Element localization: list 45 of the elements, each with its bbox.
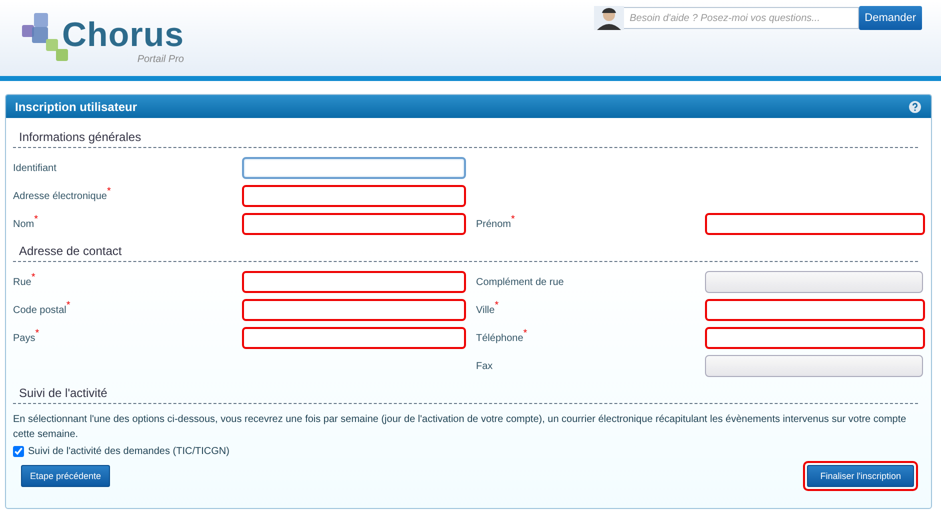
finish-button[interactable]: Finaliser l'inscription <box>807 465 914 487</box>
required-mark: * <box>35 329 40 339</box>
field-label: Téléphone <box>476 332 524 344</box>
avatar-icon <box>594 6 624 30</box>
checkbox[interactable] <box>13 446 24 457</box>
logo-subtitle: Portail Pro <box>137 54 184 65</box>
help-search-field[interactable]: Besoin d'aide ? Posez-moi vos questions... <box>624 7 859 29</box>
field-label: Fax <box>476 360 493 372</box>
field-label: Prénom <box>476 218 512 230</box>
input-field[interactable] <box>242 271 466 293</box>
info-text: En sélectionnant l'une des options ci-dessous, vous recevrez une fois par semaine (jour de l'activation de votre compte), un courrier électronique récapitulant les évènements intervenus sur votre compte cette semaine. <box>13 413 908 442</box>
field-label: Identifiant <box>13 162 56 174</box>
section-title: Suivi de l'activité <box>13 386 918 404</box>
input-field[interactable] <box>242 213 466 235</box>
logo-name: Chorus <box>62 17 184 53</box>
field-label: Code postal <box>13 304 66 316</box>
ask-button[interactable]: Demander <box>858 6 922 30</box>
required-mark: * <box>66 301 70 311</box>
field-label: Pays <box>13 332 36 344</box>
input-field[interactable] <box>705 213 925 235</box>
required-mark: * <box>523 329 528 339</box>
input-field[interactable] <box>705 271 923 293</box>
required-mark: * <box>34 215 38 225</box>
input-field[interactable] <box>242 299 466 321</box>
required-mark: * <box>494 301 499 311</box>
previous-step-button[interactable]: Etape précédente <box>21 465 110 487</box>
field-label: Complément de rue <box>476 276 564 288</box>
field-label: Ville <box>476 304 495 316</box>
panel-title: Inscription utilisateur <box>15 100 138 114</box>
checkbox-label: Suivi de l'activité des demandes (TIC/TICGN) <box>28 446 230 457</box>
required-mark: * <box>106 187 111 197</box>
required-mark: * <box>511 215 515 225</box>
input-field[interactable] <box>705 355 923 377</box>
input-field[interactable] <box>705 327 925 349</box>
input-field[interactable] <box>242 327 466 349</box>
input-field[interactable] <box>242 185 466 207</box>
field-label: Nom <box>13 218 34 230</box>
section-title: Informations générales <box>13 130 918 148</box>
help-icon[interactable] <box>909 100 921 112</box>
section-title: Adresse de contact <box>13 244 918 262</box>
field-label: Rue <box>13 276 32 288</box>
input-field[interactable] <box>705 299 925 321</box>
required-mark: * <box>31 273 36 283</box>
input-field[interactable] <box>242 157 466 179</box>
field-label: Adresse électronique <box>13 190 107 202</box>
